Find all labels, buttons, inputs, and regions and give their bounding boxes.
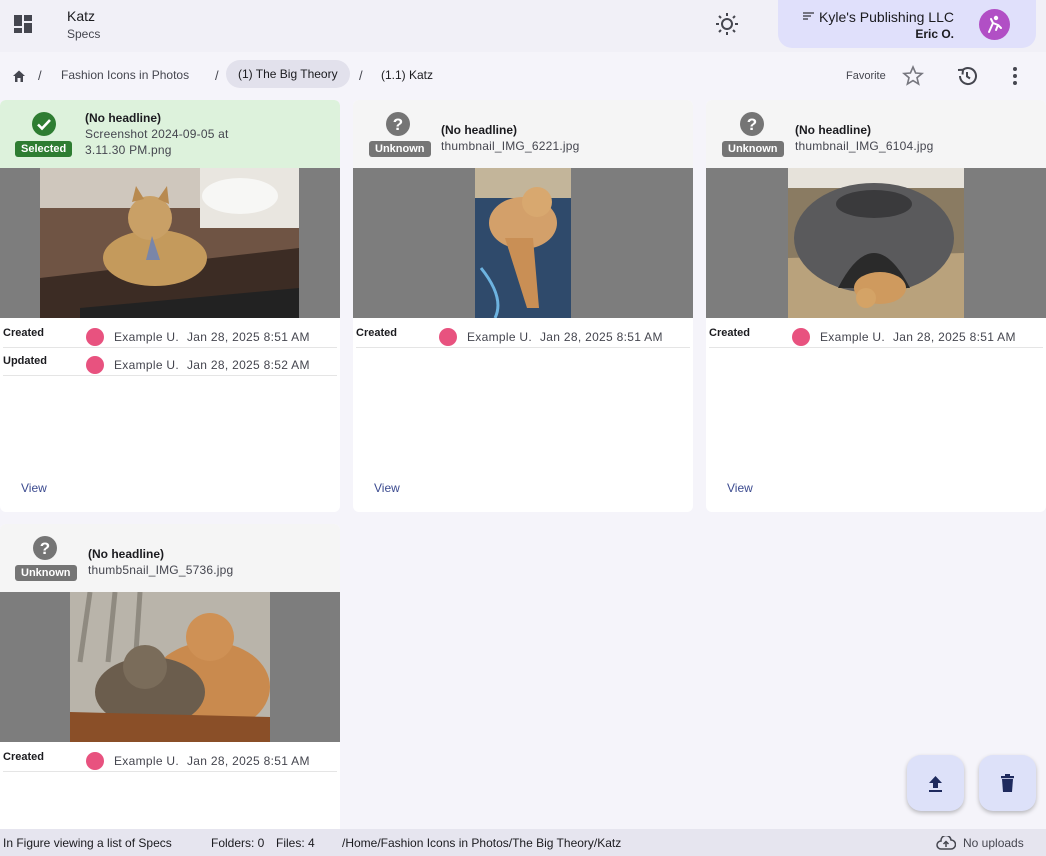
card-headline: (No headline) <box>795 123 872 137</box>
help-circle-icon: ? <box>739 111 765 137</box>
home-icon[interactable] <box>11 68 27 84</box>
view-button[interactable]: View <box>21 481 47 495</box>
apps-icon[interactable] <box>12 13 34 35</box>
user-avatar-icon <box>86 752 104 770</box>
card-thumbnail[interactable] <box>0 592 340 742</box>
card-filename: thumbnail_IMG_6221.jpg <box>441 139 580 153</box>
meta-user: Example U. <box>114 358 180 372</box>
upload-icon <box>929 776 942 792</box>
meta-row-updated: Updated Example U. Jan 28, 2025 8:52 AM <box>3 348 337 376</box>
breadcrumb-separator: / <box>359 68 363 83</box>
sort-icon <box>803 12 814 20</box>
meta-label: Created <box>3 751 44 763</box>
meta-row-created: Created Example U. Jan 28, 2025 8:51 AM <box>3 744 337 772</box>
view-button[interactable]: View <box>727 481 753 495</box>
status-badge: Unknown <box>15 565 77 581</box>
card-thumbnail[interactable] <box>0 168 340 318</box>
user-avatar-icon <box>86 328 104 346</box>
card-header: ? Unknown (No headline) thumb5nail_IMG_5… <box>0 524 340 592</box>
meta-label: Created <box>709 327 750 339</box>
svg-text:?: ? <box>747 115 757 134</box>
check-circle-icon <box>31 111 57 137</box>
svg-text:?: ? <box>393 115 403 134</box>
meta-label: Created <box>3 327 44 339</box>
trash-icon <box>1001 774 1014 792</box>
spec-card[interactable]: Selected (No headline) Screenshot 2024-0… <box>0 100 340 512</box>
meta-row-created: Created Example U. Jan 28, 2025 8:51 AM <box>709 320 1043 348</box>
status-folders: Folders: 0 <box>211 836 265 850</box>
spec-card[interactable]: ? Unknown (No headline) thumb5nail_IMG_5… <box>0 524 340 829</box>
user-avatar-icon <box>792 328 810 346</box>
breadcrumb-item-fashion-icons[interactable]: Fashion Icons in Photos <box>61 68 189 82</box>
meta-user: Example U. <box>114 754 180 768</box>
spec-card[interactable]: ? Unknown (No headline) thumbnail_IMG_62… <box>353 100 693 512</box>
upload-button[interactable] <box>907 755 964 811</box>
card-header: ? Unknown (No headline) thumbnail_IMG_62… <box>353 100 693 168</box>
status-path: /Home/Fashion Icons in Photos/The Big Th… <box>342 836 622 850</box>
meta-date: Jan 28, 2025 8:51 AM <box>540 330 663 344</box>
star-icon[interactable] <box>901 64 925 88</box>
more-vert-icon[interactable] <box>1003 64 1027 88</box>
card-headline: (No headline) <box>88 547 165 561</box>
card-filename: 3.11.30 PM.png <box>85 143 172 157</box>
help-circle-icon: ? <box>385 111 411 137</box>
cat-photo-image <box>475 168 571 318</box>
breadcrumb-separator: / <box>215 68 219 83</box>
meta-row-created: Created Example U. Jan 28, 2025 8:51 AM <box>3 320 337 348</box>
breadcrumb: / Fashion Icons in Photos / (1) The Big … <box>0 56 1046 96</box>
breadcrumb-separator: / <box>38 68 42 83</box>
status-files: Files: 4 <box>276 836 315 850</box>
card-thumbnail[interactable] <box>353 168 693 318</box>
status-badge: Unknown <box>369 141 431 157</box>
card-filename: thumb5nail_IMG_5736.jpg <box>88 563 234 577</box>
card-headline: (No headline) <box>441 123 518 137</box>
meta-date: Jan 28, 2025 8:51 AM <box>893 330 1016 344</box>
status-bar: In Figure viewing a list of Specs Folder… <box>0 829 1046 856</box>
org-name: Kyle's Publishing LLC <box>819 9 954 25</box>
favorite-label: Favorite <box>846 70 886 82</box>
page-title: Katz <box>67 8 96 24</box>
meta-date: Jan 28, 2025 8:51 AM <box>187 330 310 344</box>
card-headline: (No headline) <box>85 111 162 125</box>
top-app-bar: Katz Specs Kyle's Publishing LLC Eric O. <box>0 0 1046 52</box>
cloud-upload-icon[interactable] <box>936 836 956 850</box>
breadcrumb-item-katz: (1.1) Katz <box>381 68 434 82</box>
status-badge: Selected <box>15 141 73 157</box>
upload-status: No uploads <box>963 836 1024 850</box>
meta-label: Updated <box>3 355 47 367</box>
status-badge: Unknown <box>722 141 784 157</box>
cat-photo-image <box>40 168 299 318</box>
delete-button[interactable] <box>979 755 1036 811</box>
status-context: In Figure viewing a list of Specs <box>3 836 172 850</box>
meta-date: Jan 28, 2025 8:51 AM <box>187 754 310 768</box>
view-button[interactable]: View <box>374 481 400 495</box>
history-icon[interactable] <box>955 64 979 88</box>
avatar-icon[interactable] <box>979 9 1010 40</box>
cat-photo-image <box>70 592 270 742</box>
card-header: Selected (No headline) Screenshot 2024-0… <box>0 100 340 168</box>
brightness-icon[interactable] <box>714 11 740 37</box>
svg-text:?: ? <box>40 539 50 558</box>
user-avatar-icon <box>86 356 104 374</box>
card-filename: Screenshot 2024-09-05 at <box>85 127 229 141</box>
help-circle-icon: ? <box>32 535 58 561</box>
card-thumbnail[interactable] <box>706 168 1046 318</box>
org-switcher[interactable]: Kyle's Publishing LLC Eric O. <box>778 0 1036 48</box>
page-subtitle: Specs <box>67 27 101 41</box>
card-filename: thumbnail_IMG_6104.jpg <box>795 139 934 153</box>
meta-user: Example U. <box>467 330 533 344</box>
user-avatar-icon <box>439 328 457 346</box>
card-header: ? Unknown (No headline) thumbnail_IMG_61… <box>706 100 1046 168</box>
user-name: Eric O. <box>915 27 954 41</box>
cat-photo-image <box>788 168 964 318</box>
breadcrumb-item-big-theory[interactable]: (1) The Big Theory <box>226 60 350 88</box>
meta-row-created: Created Example U. Jan 28, 2025 8:51 AM <box>356 320 690 348</box>
meta-date: Jan 28, 2025 8:52 AM <box>187 358 310 372</box>
spec-card[interactable]: ? Unknown (No headline) thumbnail_IMG_61… <box>706 100 1046 512</box>
meta-user: Example U. <box>114 330 180 344</box>
meta-label: Created <box>356 327 397 339</box>
meta-user: Example U. <box>820 330 886 344</box>
